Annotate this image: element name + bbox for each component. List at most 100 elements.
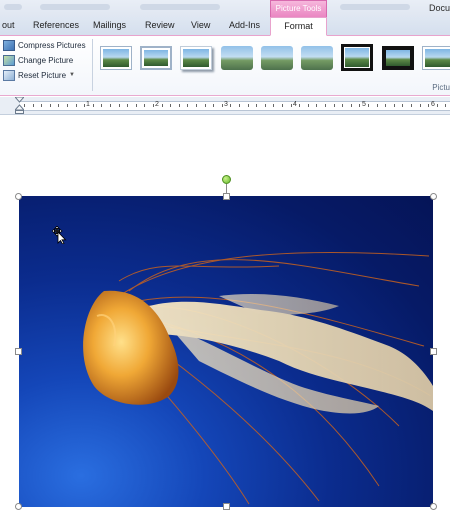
ruler-tick	[256, 104, 258, 107]
picture-style-thick-black-frame[interactable]	[341, 44, 373, 71]
ruler-number: 1	[86, 101, 90, 108]
picture-style-bevel-frame[interactable]	[422, 46, 450, 70]
picture-style-drop-shadow[interactable]	[180, 46, 212, 70]
ruler-tick	[24, 104, 25, 107]
tab-format[interactable]: Format	[270, 17, 327, 36]
ruler-tick	[58, 104, 60, 107]
picture-style-soft-edge[interactable]	[221, 46, 253, 70]
ruler-tick	[359, 104, 361, 107]
ruler-tick	[368, 104, 369, 107]
reset-picture-icon	[3, 69, 15, 81]
compress-pictures-label: Compress Pictures	[18, 40, 86, 50]
ruler-tick	[299, 104, 301, 107]
ruler-number: 3	[224, 101, 228, 108]
horizontal-ruler[interactable]: 1 2 3 4 5 6	[0, 97, 450, 115]
ruler-tick	[445, 104, 447, 107]
ruler-tick	[75, 104, 77, 107]
change-picture-button[interactable]: Change Picture	[3, 53, 73, 67]
ruler-tick	[307, 104, 309, 107]
ruler-tick	[411, 104, 412, 107]
ruler-tick	[110, 104, 111, 107]
resize-handle-top-right[interactable]	[430, 193, 437, 200]
ruler-tick	[41, 104, 43, 107]
change-picture-label: Change Picture	[18, 55, 74, 65]
resize-handle-bottom[interactable]	[223, 503, 230, 510]
ruler-tick	[230, 104, 232, 107]
title-blur	[40, 4, 110, 10]
ruler-tick	[385, 104, 387, 107]
ruler-tick	[402, 104, 404, 107]
rotation-handle[interactable]	[222, 175, 231, 184]
tab-mailings[interactable]: Mailings	[93, 20, 126, 30]
ruler-tick	[32, 104, 34, 107]
picture-style-reflected[interactable]	[261, 46, 293, 70]
reset-picture-button[interactable]: Reset Picture ▼	[3, 68, 75, 82]
quick-access-blur	[4, 4, 22, 10]
resize-handle-top-left[interactable]	[15, 193, 22, 200]
title-blur	[340, 4, 410, 10]
ruler-tick	[428, 104, 430, 107]
picture-style-soft-rounded[interactable]	[301, 46, 333, 70]
indent-marker-icon[interactable]	[15, 97, 24, 114]
picture-styles-gallery	[95, 38, 450, 82]
ruler-tick	[282, 104, 283, 107]
ruler-tick	[144, 104, 146, 107]
ruler-tick	[84, 104, 86, 107]
ruler-tick	[350, 104, 352, 107]
resize-handle-top[interactable]	[223, 193, 230, 200]
ruler-number: 5	[362, 101, 366, 108]
resize-handle-bottom-left[interactable]	[15, 503, 22, 510]
ruler-tick	[419, 104, 421, 107]
ruler-tick	[101, 104, 103, 107]
compress-pictures-icon	[3, 39, 15, 51]
ruler-tick	[393, 104, 395, 107]
tab-references[interactable]: References	[33, 20, 79, 30]
ruler-tick	[170, 104, 172, 107]
tab-layout[interactable]: out	[2, 20, 15, 30]
change-picture-icon	[3, 54, 15, 66]
group-separator	[92, 39, 93, 91]
ruler-tick	[204, 104, 206, 107]
compress-pictures-button[interactable]: Compress Pictures	[3, 38, 86, 52]
jellyfish-image	[83, 251, 433, 505]
ruler-tick	[239, 104, 240, 107]
ruler-tick	[316, 104, 318, 107]
picture-styles-group-label: Pictu	[432, 83, 450, 92]
ruler-tick	[221, 104, 223, 107]
ruler-tick	[264, 104, 266, 107]
tab-add-ins[interactable]: Add-Ins	[229, 20, 260, 30]
ruler-number: 4	[293, 101, 297, 108]
picture-style-black-frame[interactable]	[382, 46, 414, 70]
ruler-tick	[135, 104, 137, 107]
resize-handle-left[interactable]	[15, 348, 22, 355]
picture-tools-context-label: Picture Tools	[270, 0, 327, 17]
ruler-tick	[92, 104, 94, 107]
reset-picture-label: Reset Picture	[18, 70, 67, 80]
ruler-tick	[161, 104, 163, 107]
ruler-tick	[153, 104, 154, 107]
ruler-tick	[127, 104, 129, 107]
picture-style-simple-frame[interactable]	[100, 46, 132, 70]
picture-style-simple-frame-white[interactable]	[140, 46, 172, 70]
ruler-number: 6	[431, 101, 435, 108]
ribbon-panel: Compress Pictures Change Picture Reset P…	[0, 36, 450, 96]
resize-handle-right[interactable]	[430, 348, 437, 355]
move-cursor-icon	[52, 226, 67, 244]
resize-handle-bottom-right[interactable]	[430, 503, 437, 510]
tab-review[interactable]: Review	[145, 20, 175, 30]
ruler-tick	[436, 104, 438, 107]
ruler-tick	[49, 104, 51, 107]
title-bar: Picture Tools Docu	[0, 0, 450, 18]
ruler-tick	[333, 104, 335, 107]
ruler-tick	[196, 104, 197, 107]
ruler-tick	[247, 104, 249, 107]
ruler-tick	[213, 104, 215, 107]
ruler-number: 2	[155, 101, 159, 108]
ruler-tick	[325, 104, 326, 107]
tab-view[interactable]: View	[191, 20, 210, 30]
chevron-down-icon[interactable]: ▼	[69, 72, 75, 78]
ruler-tick	[273, 104, 275, 107]
selected-picture[interactable]	[19, 196, 433, 507]
ruler-tick	[342, 104, 344, 107]
ruler-tick	[290, 104, 292, 107]
